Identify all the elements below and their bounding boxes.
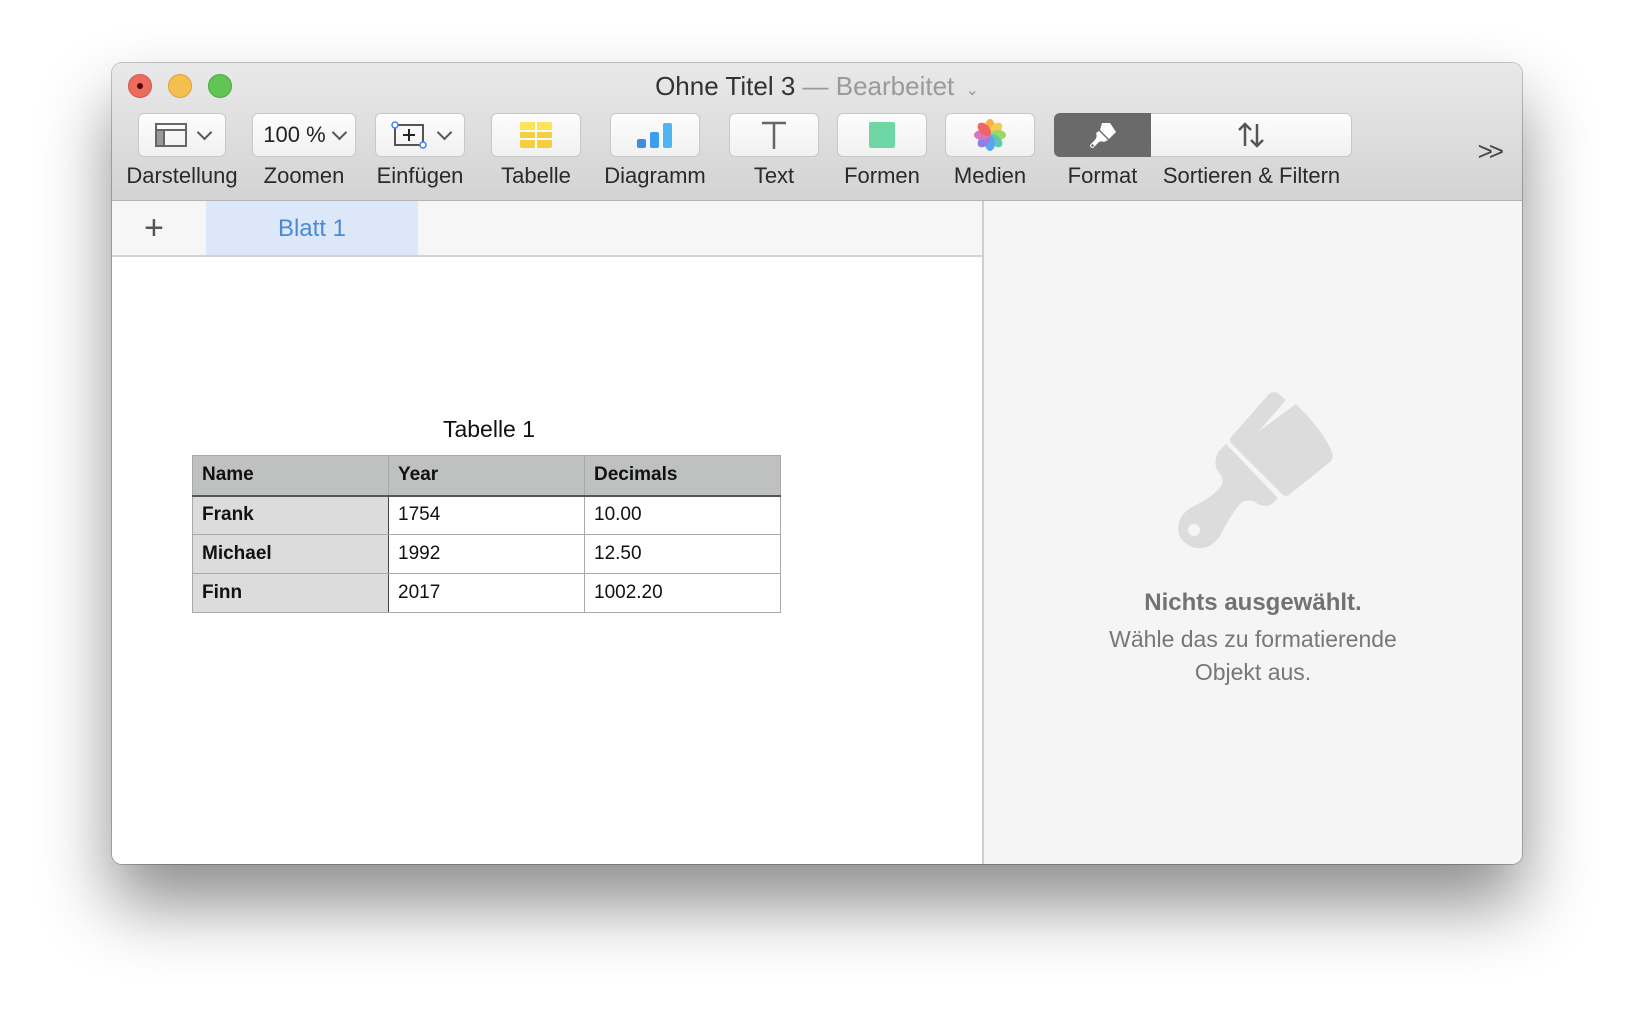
table-row: Frank 1754 10.00	[192, 495, 781, 535]
double-chevron-right-icon: >>	[1477, 136, 1504, 166]
chart-label: Diagramm	[604, 163, 706, 188]
table-header-row: Name Year Decimals	[192, 455, 781, 497]
insert-button[interactable]	[375, 113, 465, 157]
sheet-tab-bar: + Blatt 1	[112, 201, 982, 257]
sheet-tab[interactable]: Blatt 1	[206, 201, 418, 255]
table-cell[interactable]: 12.50	[584, 534, 781, 574]
bar-chart-icon	[637, 123, 672, 148]
shape-icon	[869, 122, 895, 148]
view-button[interactable]	[138, 113, 226, 157]
table-cell[interactable]: 2017	[388, 573, 585, 613]
column-header[interactable]: Year	[388, 455, 585, 497]
photos-icon	[974, 119, 1006, 151]
media-button[interactable]	[945, 113, 1035, 157]
data-table[interactable]: Name Year Decimals Frank 1754 10.00 Mich…	[192, 455, 781, 613]
table-title[interactable]: Tabelle 1	[192, 416, 786, 443]
table-row: Finn 2017 1002.20	[192, 573, 781, 613]
table-icon	[520, 122, 552, 148]
table-cell[interactable]: 10.00	[584, 495, 781, 535]
sort-filter-button[interactable]	[1151, 113, 1352, 157]
window-title[interactable]: Ohne Titel 3 — Bearbeitet ⌄	[112, 71, 1522, 102]
sort-arrows-icon	[1238, 122, 1264, 148]
insert-label: Einfügen	[376, 163, 464, 188]
shapes-label: Formen	[844, 163, 920, 188]
chevron-down-icon: ⌄	[965, 82, 979, 99]
table-cell[interactable]: 1002.20	[584, 573, 781, 613]
toolbar-view[interactable]: Darstellung	[124, 113, 240, 189]
numbers-window: Ohne Titel 3 — Bearbeitet ⌄ Darstellung …	[112, 63, 1522, 864]
insert-box-icon	[390, 121, 427, 149]
row-header-cell[interactable]: Finn	[192, 573, 389, 613]
toolbar-chart[interactable]: Diagramm	[597, 113, 713, 189]
paintbrush-icon	[1089, 123, 1116, 148]
table-row: Michael 1992 12.50	[192, 534, 781, 574]
zoom-value: 100 %	[263, 122, 326, 147]
format-label: Format	[1067, 163, 1138, 188]
shapes-button[interactable]	[837, 113, 927, 157]
format-button[interactable]	[1054, 113, 1151, 157]
text-icon	[762, 121, 786, 149]
table-cell[interactable]: 1992	[388, 534, 585, 574]
zoom-label: Zoomen	[263, 163, 345, 188]
sidebar-layout-icon	[154, 123, 187, 147]
toolbar-table[interactable]: Tabelle	[491, 113, 581, 189]
row-header-cell[interactable]: Michael	[192, 534, 389, 574]
media-label: Medien	[953, 163, 1027, 188]
toolbar-inspector-segment: Format Sortieren & Filtern	[1054, 113, 1352, 189]
add-sheet-button[interactable]: +	[144, 211, 164, 245]
empty-state-message: Wähle das zu formatierende Objekt aus.	[984, 623, 1522, 689]
sort-filter-label: Sortieren & Filtern	[1162, 163, 1341, 188]
zoom-select[interactable]: 100 %	[252, 113, 356, 157]
title-separator: —	[802, 71, 829, 101]
view-label: Darstellung	[126, 163, 238, 188]
row-header-cell[interactable]: Frank	[192, 495, 389, 535]
text-button[interactable]	[729, 113, 819, 157]
table-cell[interactable]: 1754	[388, 495, 585, 535]
toolbar-shapes[interactable]: Formen	[837, 113, 927, 189]
column-header[interactable]: Name	[192, 455, 389, 497]
paintbrush-icon	[1178, 392, 1333, 549]
toolbar-zoom[interactable]: 100 % Zoomen	[252, 113, 356, 189]
format-sidebar: Nichts ausgewählt. Wähle das zu formatie…	[982, 201, 1522, 864]
chevron-down-icon	[436, 124, 452, 140]
chevron-down-icon	[331, 124, 347, 140]
document-status: Bearbeitet	[835, 71, 955, 101]
table-button[interactable]	[491, 113, 581, 157]
table-label: Tabelle	[501, 163, 571, 188]
text-label: Text	[753, 163, 795, 188]
toolbar-overflow-button[interactable]: >>	[1477, 136, 1504, 167]
chart-button[interactable]	[610, 113, 700, 157]
empty-state-line: Objekt aus.	[1194, 659, 1312, 685]
toolbar-media[interactable]: Medien	[945, 113, 1035, 189]
column-header[interactable]: Decimals	[584, 455, 781, 497]
document-name: Ohne Titel 3	[655, 71, 796, 101]
toolbar-insert[interactable]: Einfügen	[370, 113, 470, 189]
sheet-canvas[interactable]: + Blatt 1 Tabelle 1 Name Year Decimals F…	[112, 201, 982, 864]
empty-state-line: Wähle das zu formatierende	[1109, 626, 1397, 652]
chevron-down-icon	[196, 124, 212, 140]
title-toolbar: Ohne Titel 3 — Bearbeitet ⌄ Darstellung …	[112, 63, 1522, 201]
empty-state-title: Nichts ausgewählt.	[1144, 589, 1362, 616]
toolbar-text[interactable]: Text	[729, 113, 819, 189]
